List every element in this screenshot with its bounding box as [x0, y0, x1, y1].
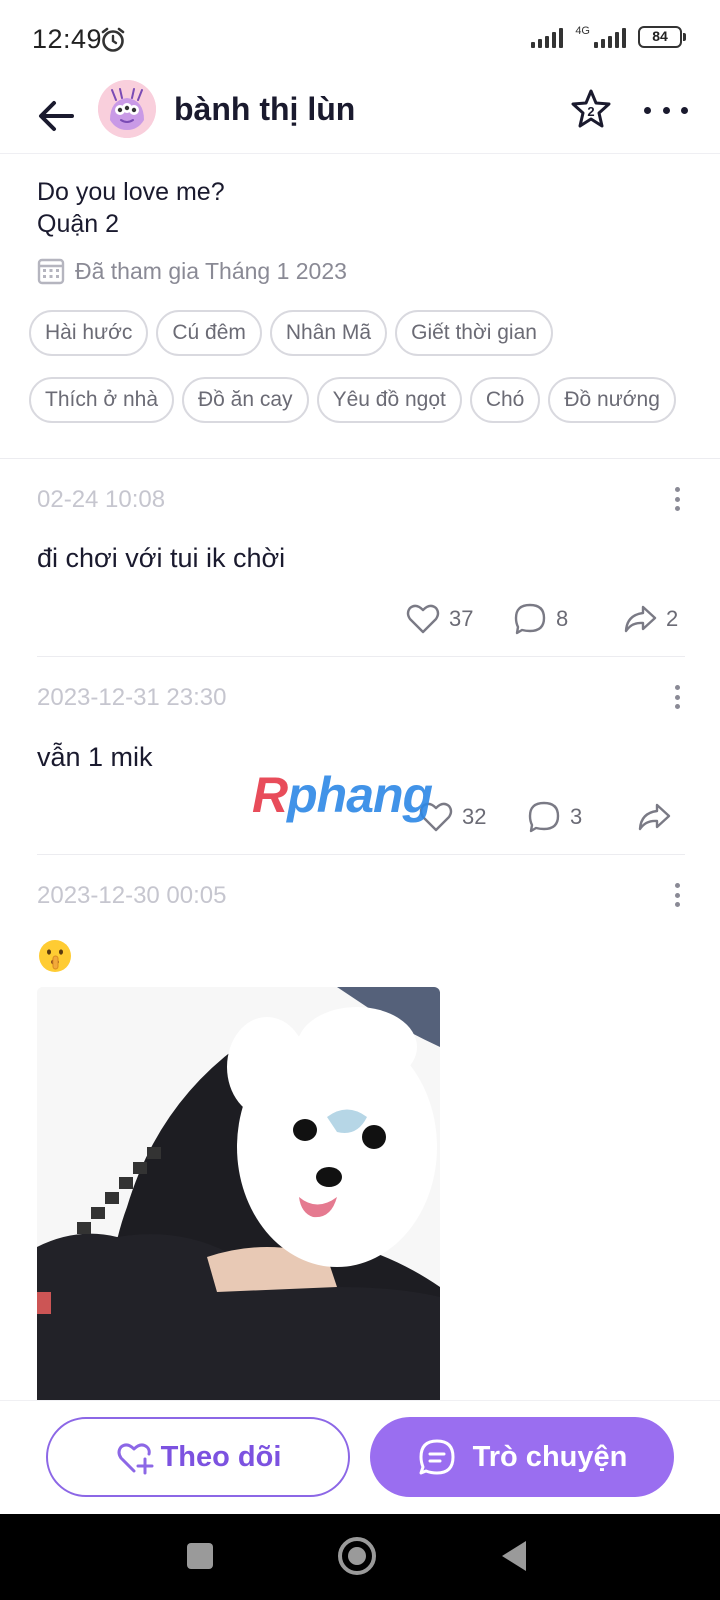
dog-filter-photo [37, 987, 440, 1400]
star-badge: 2 [587, 104, 594, 119]
post-divider [37, 656, 685, 657]
tag[interactable]: Nhân Mã [269, 310, 388, 356]
tag[interactable]: Cú đêm [156, 310, 262, 356]
section-divider [0, 458, 720, 459]
back-triangle-icon[interactable] [502, 1541, 526, 1571]
watermark-rest: phang [287, 767, 433, 823]
comment-count: 8 [556, 606, 569, 631]
post-date: 2023-12-31 23:30 [37, 684, 227, 711]
comment-button[interactable]: 8 [512, 601, 568, 637]
comment-count: 3 [570, 804, 583, 829]
signal-4g-icon [594, 26, 626, 48]
profile-bio: Do you love me? Quận 2 [37, 176, 225, 240]
signal-icon [531, 26, 564, 48]
tag[interactable]: Thích ở nhà [29, 377, 174, 423]
share-icon [638, 803, 671, 831]
chat-bubble-icon [419, 1439, 455, 1475]
home-icon[interactable] [338, 1537, 376, 1575]
bio-line-1: Do you love me? [37, 178, 225, 206]
share-icon [624, 605, 657, 633]
star-icon[interactable]: 2 [570, 88, 612, 130]
post-more-icon[interactable] [672, 685, 682, 709]
profile-header: bành thị lùn 2 [0, 80, 720, 154]
comment-button[interactable]: 3 [526, 799, 582, 835]
tag[interactable]: Yêu đồ ngọt [316, 377, 462, 423]
battery-level: 84 [652, 28, 668, 44]
post-date: 2023-12-30 00:05 [37, 882, 227, 909]
watermark-first: R [252, 767, 288, 823]
heart-plus-icon [117, 1443, 154, 1475]
tag[interactable]: Đồ nướng [548, 377, 676, 423]
post-text: vẫn 1 mik [37, 742, 153, 772]
bio-line-2: Quận 2 [37, 210, 120, 238]
tag[interactable]: Hài hước [29, 310, 149, 356]
page-title: bành thị lùn [174, 91, 356, 127]
chat-button[interactable]: Trò chuyện [370, 1417, 674, 1497]
battery-icon: 84 [638, 26, 686, 48]
back-arrow-icon[interactable] [34, 94, 78, 138]
joined-label: Đã tham gia Tháng 1 2023 [75, 257, 347, 284]
calendar-icon [37, 258, 65, 285]
chat-label: Trò chuyện [472, 1440, 628, 1473]
post-more-icon[interactable] [672, 487, 682, 511]
comment-icon [528, 801, 560, 833]
follow-label: Theo dõi [160, 1440, 282, 1473]
share-button[interactable] [636, 799, 680, 835]
joined-date: Đã tham gia Tháng 1 2023 [37, 257, 347, 285]
status-bar: 12:49 4G 84 [0, 0, 720, 80]
like-button[interactable]: 37 [405, 601, 473, 637]
comment-icon [514, 603, 546, 635]
interest-tags: Hài hước Cú đêm Nhân Mã Giết thời gian T… [29, 310, 689, 423]
share-button[interactable]: 2 [622, 601, 678, 637]
tag[interactable]: Giết thời gian [395, 310, 553, 356]
post-divider [37, 854, 685, 855]
tag[interactable]: Chó [469, 377, 541, 423]
post-more-icon[interactable] [672, 883, 682, 907]
like-count: 32 [462, 804, 487, 829]
share-count: 2 [666, 606, 679, 631]
post-image[interactable] [37, 987, 440, 1400]
post-text: đi chơi với tui ik chời [37, 543, 286, 573]
network-type: 4G [575, 25, 590, 37]
tag[interactable]: Đồ ăn cay [182, 377, 309, 423]
recent-apps-icon[interactable] [187, 1543, 213, 1569]
bottom-action-bar: Theo dõi Trò chuyện [0, 1400, 720, 1514]
status-indicators: 4G 84 [531, 25, 686, 48]
status-time: 12:49 [32, 24, 103, 54]
shushing-face-emoji [39, 940, 71, 972]
alarm-icon [101, 27, 125, 52]
post-date: 02-24 10:08 [37, 486, 166, 513]
system-nav-bar [0, 1514, 720, 1600]
like-count: 37 [449, 606, 474, 631]
watermark-logo: Rphang [252, 766, 433, 824]
avatar[interactable] [98, 80, 156, 138]
follow-button[interactable]: Theo dõi [46, 1417, 350, 1497]
heart-icon [406, 604, 440, 634]
more-icon[interactable] [644, 100, 688, 120]
avatar-monster-icon [98, 80, 156, 138]
